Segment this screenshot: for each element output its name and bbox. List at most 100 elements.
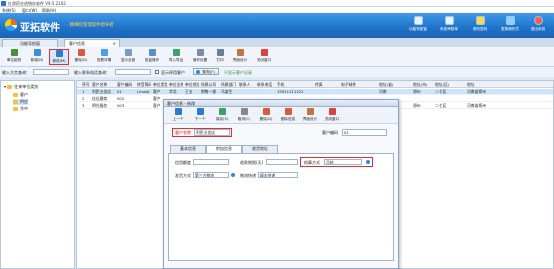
table-cell: 01 [117,89,122,94]
category-button[interactable]: 单位组别 [3,49,25,65]
settings-icon[interactable] [231,173,235,177]
column-header[interactable]: 地址(区) [435,82,465,88]
column-header[interactable]: 地址(市) [413,82,433,88]
switch-user-button[interactable]: 更换操作员 [495,15,525,37]
column-header[interactable]: 联系人 [239,82,255,88]
column-header[interactable]: 电子邮件 [341,82,377,88]
close-tab-icon[interactable]: × [113,41,116,46]
dialog-title: 客户信息 - 修改 [164,100,398,107]
table-cell: 华北 [169,89,177,94]
column-header[interactable]: 联系电话 [257,82,275,88]
column-header[interactable]: 单位类型 [153,82,167,88]
batch-button[interactable]: 批量操作 [141,49,163,65]
import-export-icon [172,49,180,56]
dialog-delete-info-button[interactable]: 删除信息 [278,108,298,124]
logistics-label: 物流快递 [240,173,256,178]
payment-term-input[interactable] [266,159,298,165]
new-icon [33,49,41,56]
details-icon [100,49,108,56]
show-all-button[interactable]: 显示全部 [117,49,139,65]
navigator-icon [413,16,423,25]
column-header[interactable]: 所属公司 [201,82,219,88]
column-header[interactable]: 客户编码 [117,82,135,88]
main-toolbar: 单位组别 新增(N) 修改(M) 删除(D) 查看详情 显示全部 批量操作 导入导出 操作设置打… [0,47,554,67]
show-inactive-label: 显示停用客户 [161,70,185,75]
settings-icon[interactable] [366,160,370,164]
settlement-select[interactable]: 月结 [324,159,362,165]
prev-icon [174,108,182,115]
table-cell: 明光服务 [92,103,108,108]
contact-search-input[interactable] [115,69,151,75]
customer-code-label: 客户编码 [322,130,338,135]
audit-button[interactable]: 系统审核单 [434,15,464,37]
column-header[interactable]: 序号 [82,82,90,88]
brand-slogan: · 精细化管理软件倡导者 [67,23,114,28]
column-header[interactable]: 拼音简码 [137,82,151,88]
details-button[interactable]: 查看详情 [93,49,115,65]
design-icon [306,108,314,115]
folder-icon [7,85,13,89]
tree-item-supplier[interactable]: 供应 [13,99,28,105]
exit-button[interactable]: 退出系统 [523,15,553,37]
save-icon [218,108,226,115]
table-row[interactable]: 1 利民五金店 01 Lmwjd 客户 华北 王五 销售一部 马某生 15911111222 河南 郑… [77,89,553,95]
navigator-button[interactable]: 功能导航窗 [403,15,433,37]
query-button[interactable]: 查询(F) [193,68,219,75]
extra-info-panel: 信用额度 收款期限(天) 结算方式 月结 发货方式 第三方物流 物流快递 顺丰快… [168,153,394,261]
column-header[interactable]: 单位地址 [185,82,199,88]
search-input[interactable] [33,69,69,75]
title-bar: 红邦药业进销存软件 V9.5.2102 [0,0,554,7]
tab-basic-info[interactable]: 基本信息 [170,145,206,153]
print-icon [216,49,224,56]
tab-extra-info[interactable]: 附加信息 [206,145,242,153]
dialog-close-button[interactable]: 关闭窗口 [322,108,342,124]
import-export-button[interactable]: 导入导出 [165,49,187,65]
column-header[interactable]: 手机 [277,82,313,88]
edit-button[interactable]: 修改(M) [49,49,69,65]
settings-icon [196,49,204,56]
delivery-method-select[interactable]: 第三方物流 [193,172,229,178]
column-header[interactable]: 客户名称 [92,82,115,88]
new-button[interactable]: 新增(N) [27,49,47,65]
password-icon [475,16,485,25]
tree-item-central[interactable]: 华中 [13,106,28,112]
dialog-cancel-button[interactable]: 取消(C) [234,108,254,124]
design-button[interactable]: 界面设计 [229,49,251,65]
dialog-toolbar: 上一个 下一个 保存(S) 取消(C) 删除(D) 删除信息 界面设计 关闭窗口 [164,107,398,124]
table-cell: 郑州 [413,103,421,108]
table-cell: 佳佳建商 [92,96,108,101]
close-icon [328,108,336,115]
tree-item-customer[interactable]: 客户 [13,92,28,98]
category-tree: ▾ 往来单位类别 客户 供应 华中 [0,80,75,269]
table-cell: 2 [82,96,85,101]
change-password-button[interactable]: 修改密码 [465,15,495,37]
search-label: 输入方言查询： [2,70,30,75]
column-header[interactable]: 单位全称 [169,82,183,88]
customer-name-input[interactable]: 利民五金店 [194,129,230,136]
print-button[interactable]: 打印 [213,49,227,65]
table-cell: 3 [82,103,85,108]
tab-navigator[interactable]: 功能导航窗 [2,39,58,47]
dialog-delete-button[interactable]: 删除(D) [256,108,276,124]
column-header[interactable]: 地址(省) [379,82,411,88]
logistics-select[interactable]: 顺丰快递 [258,172,298,178]
dialog-design-button[interactable]: 界面设计 [300,108,320,124]
tree-root[interactable]: ▾ 往来单位类别 [4,84,38,90]
dialog-prev-button[interactable]: 上一个 [168,108,188,124]
tab-customer-info[interactable]: 客户信息 × [64,39,120,47]
dialog-next-button[interactable]: 下一个 [190,108,210,124]
delivery-method-label: 发货方式 [175,173,191,178]
column-header[interactable]: 传真 [315,82,339,88]
show-inactive-checkbox[interactable] [155,70,159,74]
column-header[interactable]: 地址 [467,82,495,88]
customer-name-label: 客户名称 [175,130,191,135]
edit-icon [55,50,63,57]
credit-limit-input[interactable] [193,159,229,165]
settings-button[interactable]: 操作设置 [189,49,211,65]
dialog-save-button[interactable]: 保存(S) [212,108,232,124]
customer-code-input[interactable]: 01 [342,129,387,136]
close-button[interactable]: 关闭窗口 [253,49,275,65]
tab-shipping-address[interactable]: 收货地址 [242,145,278,153]
delete-button[interactable]: 删除(D) [71,49,91,65]
column-header[interactable]: 所属部门 [221,82,237,88]
